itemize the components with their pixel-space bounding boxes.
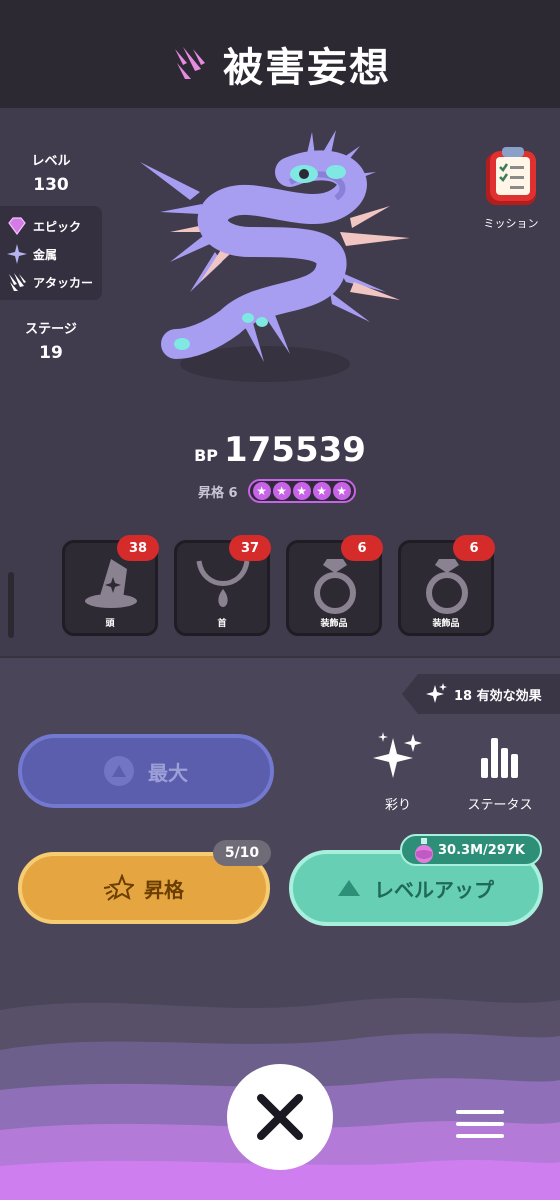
star-icon: ★ bbox=[252, 482, 271, 500]
monster-sprite bbox=[140, 130, 410, 382]
sparkles-icon bbox=[373, 732, 422, 778]
max-button[interactable]: 最大 bbox=[18, 734, 274, 808]
ring-icon bbox=[426, 559, 468, 614]
close-button[interactable] bbox=[227, 1064, 333, 1170]
claw-slash-icon bbox=[175, 47, 205, 79]
equip-badge: 37 bbox=[229, 535, 271, 561]
metal-star-icon bbox=[6, 243, 28, 265]
equip-slot-neck[interactable]: 首 37 bbox=[174, 535, 271, 636]
equip-slot-head[interactable]: 頭 38 bbox=[62, 535, 159, 636]
star-icon: ★ bbox=[312, 482, 331, 500]
ascension-label: 昇格 6 bbox=[198, 485, 238, 501]
ascension-row: 昇格 6 ★ ★ ★ ★ ★ bbox=[198, 478, 356, 504]
ascend-label: 昇格 bbox=[144, 877, 184, 902]
bp-value: 175539 bbox=[223, 430, 366, 470]
claw-icon bbox=[6, 271, 28, 293]
arrow-up-icon bbox=[104, 756, 134, 786]
scroll-indicator[interactable] bbox=[8, 572, 14, 638]
equip-badge: 6 bbox=[341, 535, 383, 561]
equip-badge: 6 bbox=[453, 535, 495, 561]
star-icon: ★ bbox=[292, 482, 311, 500]
active-effects-button[interactable]: 18 有効な効果 bbox=[402, 674, 560, 714]
rarity-tag: エピック bbox=[6, 212, 102, 240]
bp-label: BP bbox=[194, 446, 218, 465]
hamburger-menu-icon[interactable] bbox=[456, 1110, 504, 1146]
level-cost-badge: 30.3M/297K bbox=[400, 834, 542, 866]
sparkle-icon bbox=[426, 683, 447, 703]
level-value: 130 bbox=[33, 175, 69, 195]
equip-slot-label: 頭 bbox=[105, 619, 115, 629]
color-label: 彩り bbox=[384, 798, 411, 813]
status-button[interactable]: ステータス bbox=[460, 730, 540, 813]
role-label: アタッカー bbox=[33, 275, 94, 290]
color-button[interactable]: 彩り bbox=[358, 730, 438, 813]
stage-block: ステージ 19 bbox=[0, 318, 102, 363]
bp-row: BP 175539 bbox=[0, 430, 560, 470]
mission-button[interactable]: ミッション bbox=[478, 145, 544, 231]
level-label: レベル bbox=[31, 154, 71, 169]
divider bbox=[0, 656, 560, 658]
trait-tags: エピック 金属 アタッカー bbox=[0, 206, 102, 300]
role-tag: アタッカー bbox=[6, 268, 102, 296]
potion-icon bbox=[415, 838, 433, 863]
wizard-hat-icon bbox=[85, 559, 137, 608]
equip-slot-label: 装飾品 bbox=[320, 619, 348, 629]
clipboard-checklist-icon bbox=[486, 147, 536, 205]
equip-slot-accessory-1[interactable]: 装飾品 6 bbox=[286, 535, 383, 636]
necklace-icon bbox=[196, 560, 250, 607]
star-icon: ★ bbox=[272, 482, 291, 500]
header: 被害妄想 bbox=[0, 0, 560, 108]
equip-slot-accessory-2[interactable]: 装飾品 6 bbox=[398, 535, 495, 636]
arrow-up-icon bbox=[338, 880, 360, 896]
mission-label: ミッション bbox=[483, 217, 539, 230]
level-up-label: レベルアップ bbox=[374, 877, 494, 902]
level-cost-value: 30.3M/297K bbox=[438, 842, 525, 858]
rarity-label: エピック bbox=[33, 219, 82, 234]
ascension-stars: ★ ★ ★ ★ ★ bbox=[247, 479, 356, 503]
active-effects-label: 18 有効な効果 bbox=[454, 688, 542, 704]
equip-slot-label: 首 bbox=[217, 619, 227, 629]
equip-badge: 38 bbox=[117, 535, 159, 561]
status-label: ステータス bbox=[467, 798, 533, 813]
star-icon: ★ bbox=[332, 482, 351, 500]
ring-icon bbox=[314, 559, 356, 614]
page-title: 被害妄想 bbox=[223, 45, 391, 91]
element-label: 金属 bbox=[33, 247, 58, 262]
stage-value: 19 bbox=[39, 343, 63, 363]
close-icon bbox=[257, 1094, 303, 1140]
gem-icon bbox=[6, 215, 28, 237]
element-tag: 金属 bbox=[6, 240, 102, 268]
max-label: 最大 bbox=[148, 760, 188, 785]
bar-chart-icon bbox=[481, 738, 518, 778]
equip-slot-label: 装飾品 bbox=[432, 619, 460, 629]
level-block: レベル 130 bbox=[0, 150, 102, 195]
stage-label: ステージ bbox=[25, 322, 77, 337]
ascend-count-badge: 5/10 bbox=[213, 840, 271, 866]
shooting-star-icon bbox=[104, 874, 134, 901]
